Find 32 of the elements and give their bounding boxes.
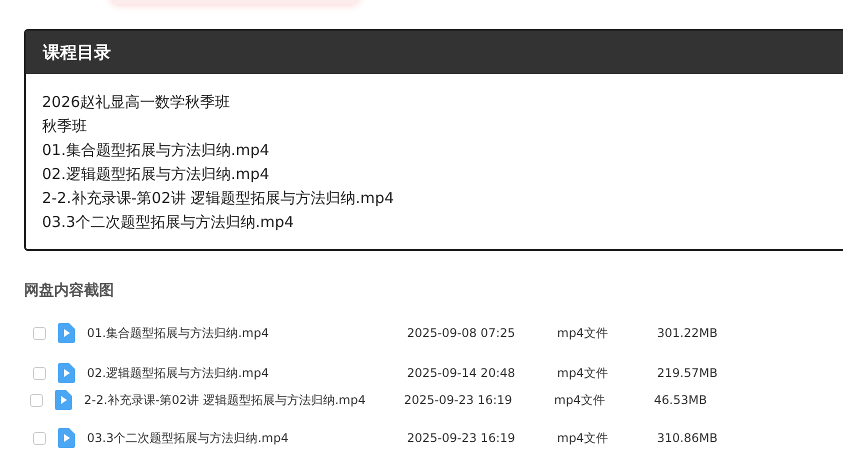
checkbox[interactable] <box>33 326 46 340</box>
file-date: 2025-09-23 16:19 <box>404 393 514 407</box>
file-size: 46.53MB <box>654 393 708 407</box>
file-type: mp4文件 <box>557 430 609 446</box>
checkbox[interactable] <box>33 366 46 380</box>
catalog-line: 2026赵礼显高一数学秋季班 <box>42 92 232 113</box>
file-name[interactable]: 2-2.补充录课-第02讲 逻辑题型拓展与方法归纳.mp4 <box>84 392 404 408</box>
file-type: mp4文件 <box>554 392 606 408</box>
card-title: 课程目录 <box>43 42 111 64</box>
checkbox[interactable] <box>33 432 46 444</box>
file-date: 2025-09-08 07:25 <box>407 326 516 340</box>
catalog-line: 03.3个二次题型拓展与方法归纳.mp4 <box>42 212 295 233</box>
file-size: 310.86MB <box>657 431 719 445</box>
catalog-line: 01.集合题型拓展与方法归纳.mp4 <box>42 140 270 161</box>
file-size: 301.22MB <box>657 326 719 340</box>
checkbox[interactable] <box>30 394 43 406</box>
file-name[interactable]: 02.逻辑题型拓展与方法归纳.mp4 <box>87 364 407 382</box>
video-file-icon <box>58 323 75 343</box>
file-name[interactable]: 01.集合题型拓展与方法归纳.mp4 <box>87 324 407 342</box>
file-date: 2025-09-23 16:19 <box>407 431 516 445</box>
section-title: 网盘内容截图 <box>24 281 115 300</box>
catalog-line: 02.逻辑题型拓展与方法归纳.mp4 <box>42 164 270 185</box>
video-file-icon <box>58 363 75 383</box>
file-name[interactable]: 03.3个二次题型拓展与方法归纳.mp4 <box>87 430 407 446</box>
file-date: 2025-09-14 20:48 <box>407 366 516 380</box>
file-size: 219.57MB <box>657 366 719 380</box>
catalog-line: 秋季班 <box>42 116 88 137</box>
file-type: mp4文件 <box>557 324 609 342</box>
file-type: mp4文件 <box>557 364 609 382</box>
video-file-icon <box>55 390 72 410</box>
catalog-line: 2-2.补充录课-第02讲 逻辑题型拓展与方法归纳.mp4 <box>42 188 395 209</box>
video-file-icon <box>58 428 75 448</box>
